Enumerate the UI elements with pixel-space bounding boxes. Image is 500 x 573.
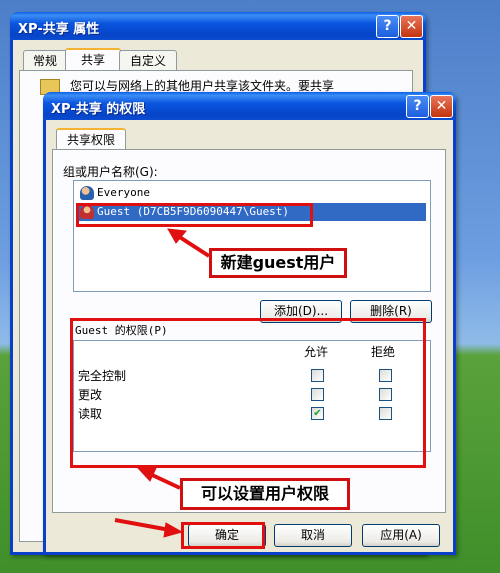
tab-share-permissions[interactable]: 共享权限: [56, 128, 126, 151]
user-group-icon: [80, 186, 94, 200]
tab-sharing[interactable]: 共享: [65, 48, 121, 71]
apply-button[interactable]: 应用(A): [362, 524, 440, 547]
tab-custom[interactable]: 自定义: [119, 50, 177, 71]
highlight-ok-button: [181, 522, 265, 549]
properties-titlebar[interactable]: XP-共享 属性 ? ✕: [10, 12, 426, 40]
help-button[interactable]: ?: [376, 15, 399, 38]
tab-sharing-label: 共享: [80, 53, 105, 67]
tab-general-label: 常规: [32, 54, 57, 68]
permissions-titlebar[interactable]: XP-共享 的权限 ? ✕: [43, 92, 456, 120]
callout-new-guest-text: 新建guest用户: [220, 253, 336, 272]
callout-set-permissions-text: 可以设置用户权限: [200, 484, 329, 503]
tab-custom-label: 自定义: [129, 54, 166, 68]
close-button[interactable]: ✕: [400, 15, 423, 38]
callout-new-guest: 新建guest用户: [209, 248, 347, 278]
tab-share-permissions-label: 共享权限: [66, 133, 115, 147]
highlight-permissions: [70, 318, 426, 468]
close-button[interactable]: ✕: [430, 95, 453, 118]
cancel-button[interactable]: 取消: [274, 524, 352, 547]
callout-set-permissions: 可以设置用户权限: [180, 478, 350, 510]
permissions-title: XP-共享 的权限: [51, 102, 146, 117]
tab-general[interactable]: 常规: [23, 50, 67, 71]
list-item[interactable]: Everyone: [80, 185, 150, 201]
highlight-guest-user: [76, 203, 313, 227]
help-button[interactable]: ?: [406, 95, 429, 118]
user-name: Everyone: [97, 186, 150, 199]
properties-title: XP-共享 属性: [18, 22, 100, 37]
group-label: 组或用户名称(G):: [63, 165, 158, 179]
